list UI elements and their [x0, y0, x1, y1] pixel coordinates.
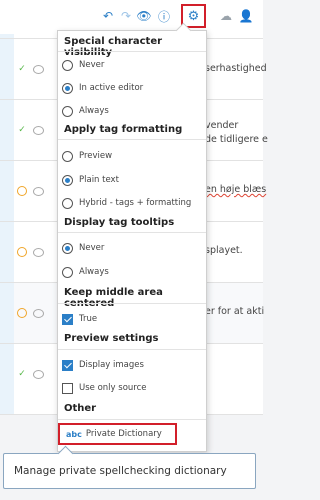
option-label: Preview: [79, 151, 113, 161]
section-title-special-characters: Special character visibility: [64, 36, 163, 58]
divider: [58, 349, 206, 350]
option-label: Never: [79, 243, 105, 253]
segment-text: er for at akti: [205, 306, 265, 317]
radio-button[interactable]: [62, 266, 73, 278]
section-title-preview-settings: Preview settings: [64, 333, 159, 344]
confirmed-check-icon: ✓: [18, 64, 26, 74]
comment-icon[interactable]: [33, 248, 44, 257]
option-label: Use only source: [79, 383, 147, 393]
section-title-other: Other: [64, 403, 97, 414]
radio-button[interactable]: [62, 105, 73, 117]
info-icon[interactable]: ⓘ: [156, 8, 172, 24]
option-tag-plain-text[interactable]: Plain text: [62, 171, 202, 189]
divider: [58, 139, 206, 140]
pending-status-icon: [17, 186, 27, 196]
option-use-only-source[interactable]: Use only source: [62, 379, 202, 397]
option-tooltips-always[interactable]: Always: [62, 263, 202, 281]
option-label: True: [79, 314, 98, 324]
section-title-tag-formatting: Apply tag formatting: [64, 124, 183, 135]
option-display-images[interactable]: Display images: [62, 356, 202, 374]
radio-button[interactable]: [62, 59, 73, 71]
editor-settings-dropdown: Special character visibility Never In ac…: [57, 22, 207, 452]
section-title-tag-tooltips: Display tag tooltips: [64, 217, 175, 228]
segment-text: serhastighed: [205, 63, 267, 74]
radio-button[interactable]: [62, 197, 73, 209]
comment-icon[interactable]: [33, 65, 44, 74]
pending-status-icon: [17, 308, 27, 318]
tooltip-text: Manage private spellchecking dictionary: [14, 465, 227, 477]
checkbox[interactable]: [62, 382, 73, 394]
option-label: In active editor: [79, 83, 144, 93]
confirmed-check-icon: ✓: [18, 369, 26, 379]
radio-button-selected[interactable]: [62, 174, 73, 186]
spellcheck-icon: abc: [66, 429, 82, 439]
option-special-in-active-editor[interactable]: In active editor: [62, 79, 202, 97]
option-middle-centered-true[interactable]: True: [62, 310, 202, 328]
comment-icon[interactable]: [33, 370, 44, 379]
option-label: Hybrid - tags + formatting: [79, 198, 192, 208]
option-tag-preview[interactable]: Preview: [62, 147, 202, 165]
option-label: Never: [79, 60, 105, 70]
option-label: Always: [79, 267, 109, 277]
pending-status-icon: [17, 247, 27, 257]
divider: [58, 232, 206, 233]
cloud-icon[interactable]: ☁: [218, 8, 234, 24]
radio-button-selected[interactable]: [62, 242, 73, 254]
segment-text: en høje blæs: [205, 184, 267, 195]
option-tag-hybrid[interactable]: Hybrid - tags + formatting: [62, 194, 202, 212]
option-special-always[interactable]: Always: [62, 102, 202, 120]
checkbox-checked[interactable]: [62, 359, 73, 371]
undo-icon[interactable]: ↶: [100, 8, 116, 24]
divider: [58, 419, 206, 420]
checkbox-checked[interactable]: [62, 313, 73, 325]
divider: [58, 51, 206, 52]
option-label: Always: [79, 106, 109, 116]
option-tooltips-never[interactable]: Never: [62, 239, 202, 257]
redo-icon[interactable]: ↷: [118, 8, 134, 24]
private-dictionary-tooltip: Manage private spellchecking dictionary: [3, 445, 256, 489]
radio-button[interactable]: [62, 150, 73, 162]
segment-text: splayet.: [205, 245, 243, 256]
comment-icon[interactable]: [33, 126, 44, 135]
option-special-never[interactable]: Never: [62, 56, 202, 74]
row-strip: [0, 39, 14, 99]
option-label: Display images: [79, 360, 144, 370]
divider: [58, 303, 206, 304]
section-title-middle-area: Keep middle area centered: [64, 287, 163, 309]
segment-text: vender: [205, 120, 239, 131]
comment-icon[interactable]: [33, 309, 44, 318]
private-dictionary-menu-item[interactable]: abc Private Dictionary: [58, 423, 177, 445]
segment-text: de tidligere e: [205, 134, 268, 145]
option-label: Plain text: [79, 175, 119, 185]
user-icon[interactable]: 👤: [238, 8, 254, 24]
comment-icon[interactable]: [33, 187, 44, 196]
confirmed-check-icon: ✓: [18, 125, 26, 135]
private-dictionary-label: Private Dictionary: [85, 429, 162, 439]
radio-button-selected[interactable]: [62, 82, 73, 94]
preview-eye-icon[interactable]: 👁: [136, 8, 152, 24]
